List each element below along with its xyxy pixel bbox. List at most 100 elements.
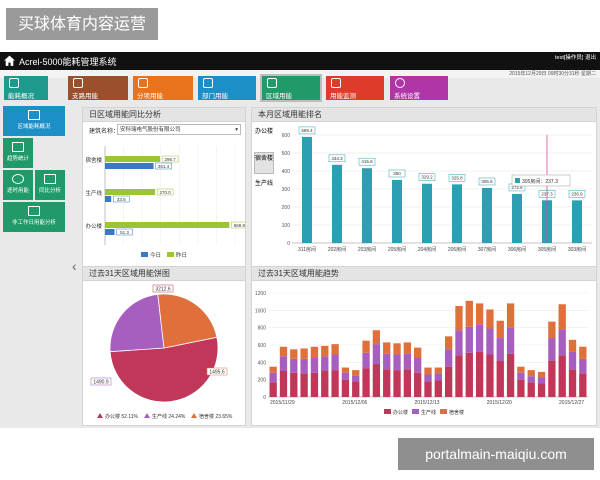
bar-yesterday [105,189,156,195]
y-tick-label: 300 [282,187,291,193]
data-label: 589.4 [301,128,313,133]
bar-segment-office [517,379,525,397]
bar-segment-production [372,344,381,365]
ranking-tab-production[interactable]: 生产线 [254,178,274,200]
bar-segment-production [517,372,525,380]
bar [362,168,372,243]
nav-monitoring[interactable]: 用能监测 [326,76,384,100]
home-icon[interactable] [3,54,16,67]
bar-segment-office [475,351,484,397]
chevron-left-icon[interactable]: ‹ [72,258,77,274]
category-label: 办公楼 [85,222,102,230]
bar-segment-dorm [290,349,298,359]
bar-segment-office [269,382,277,397]
y-tick-label: 200 [258,378,267,384]
bar-segment-office [434,380,442,397]
legend-label: 宿舍楼 23.65% [199,413,233,420]
pie-chart: 3212.6 1490.9 1495.6 办公楼 52.11% 生产线 24.24% 宿舍… [90,284,233,420]
ranking-chart: 0 100 200 300 400 500 600 589.4 311房间 434.3 202房间 4… [282,126,592,253]
sidebar-item-nonworkday[interactable]: 非工作日用能分析 [3,202,65,232]
legend-swatch [440,409,447,414]
bar-segment-dorm [372,330,381,345]
bar-segment-office [455,355,463,397]
bar-segment-production [321,356,329,371]
panel-pie: 过去31天区域用能饼图 3212.6 1490.9 1495.6 办公楼 52.11%… [82,266,246,426]
compare-icon [44,174,56,184]
user-name[interactable]: test[操作员] [555,55,583,61]
bar-segment-office [486,354,494,397]
bar-segment-dorm [279,346,288,357]
bar-segment-production [269,372,277,383]
bar-segment-dorm [496,320,504,339]
bar-segment-dorm [352,370,360,376]
data-label: 305.6 [481,179,493,184]
bar-segment-office [403,369,412,397]
bar-segment-production [444,349,453,367]
bar-segment-production [579,358,587,374]
ranking-tab-dorm[interactable]: 宿舍楼 [254,152,274,174]
category-label: 宿舍楼 [85,156,102,164]
exit-link[interactable]: 退出 [585,55,596,61]
panel-title: 过去31天区域用能趋势 [252,267,596,281]
bar-segment-dorm [558,304,566,330]
data-label: 350 [393,171,401,176]
bar-segment-production [558,329,566,356]
bar [422,183,432,243]
legend-swatch [412,409,419,414]
bar-segment-production [290,358,298,373]
x-tick-label: 2015/11/29 [270,400,295,406]
bar-segment-office [506,353,515,397]
bar-segment-office [279,371,288,397]
bar-segment-dorm [310,346,319,358]
bar-segment-dorm [568,339,577,352]
bar-segment-dorm [341,367,350,373]
nav-area-energy[interactable]: 区域用能 [260,74,322,102]
bar-segment-office [465,352,473,397]
x-tick-label: 307房间 [478,246,496,253]
bar-segment-production [465,326,473,353]
bar-today [105,163,154,169]
ranking-tab-office[interactable]: 办公楼 [254,126,274,148]
x-tick-label: 306房间 [508,246,526,253]
person-icon [138,78,148,88]
bar-segment-dorm [403,342,412,354]
bar [572,200,582,243]
nav-branch-energy[interactable]: 支路用能 [68,76,128,100]
bar-segment-dorm [465,300,473,327]
sidebar-item-area-overview[interactable]: 区域能耗概况 [3,106,65,136]
legend-label: 办公楼 52.11% [105,413,139,420]
sidebar-item-yoy[interactable]: 同比分析 [35,170,65,200]
annotation-label: 1490.9 [93,380,109,386]
overlay-title: 买球体育内容运营 [6,8,159,40]
clock-icon [12,174,24,184]
bar-segment-office [310,372,319,397]
bar-segment-production [548,338,556,361]
bar-segment-production [537,377,546,384]
y-tick-label: 400 [258,360,267,366]
bar-segment-production [527,376,535,383]
sidebar-item-trend[interactable]: 趋势统计 [3,138,33,168]
bar [452,184,462,243]
nav-item-energy[interactable]: 分项用能 [133,76,193,100]
sidebar-item-hourly[interactable]: 逐时用能 [3,170,33,200]
bar-segment-production [568,351,577,370]
legend-swatch-today [141,252,148,257]
data-label: 296.7 [164,157,176,162]
bar-segment-production [279,356,288,371]
app-window: Acrel-5000能耗管理系统 test[操作员] 退出 2015年12月29… [0,52,600,428]
x-tick-label: 202房间 [328,246,346,253]
bar-segment-production [424,374,432,382]
nav-department-energy[interactable]: 部门用能 [198,76,256,100]
user-area: test[操作员] 退出 [555,53,596,61]
bar-segment-office [527,382,535,397]
y-tick-label: 500 [282,151,291,157]
nav-energy-overview[interactable]: 能耗概况 [4,76,48,100]
x-tick-label: 2015/12/06 [342,400,367,406]
annotation-label: 1495.6 [209,370,225,376]
bar-segment-dorm [393,343,401,355]
panel-trend: 过去31天区域用能趋势 0 200 400 600 800 1000 1200 2015/11… [251,266,597,426]
data-label: 236.9 [571,191,583,196]
bar-segment-dorm [269,366,277,373]
building-select[interactable]: 安科瑞电气股份有限公司 ▾ [117,124,241,135]
nav-settings[interactable]: 系统设置 [390,76,448,100]
